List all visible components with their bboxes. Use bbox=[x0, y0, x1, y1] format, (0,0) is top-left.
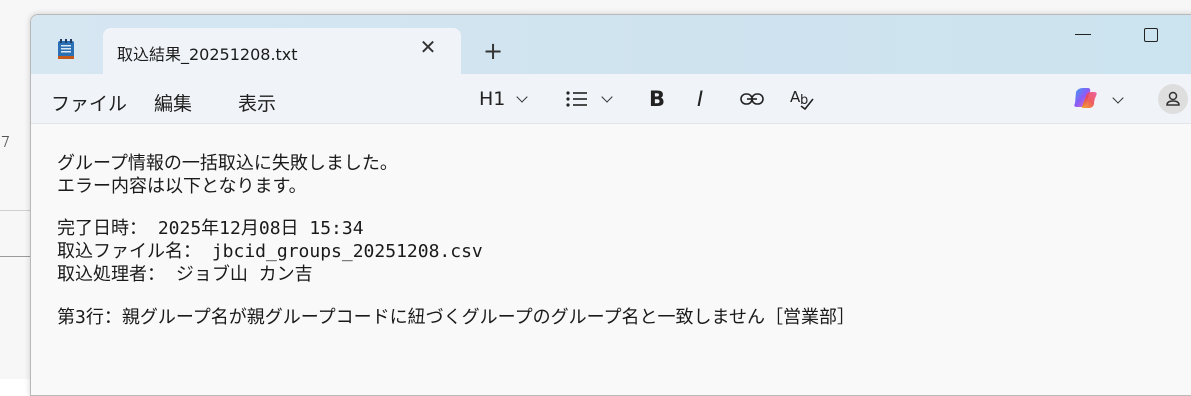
spellcheck-icon[interactable]: A b bbox=[789, 87, 815, 115]
notepad-window: 取込結果_20251208.txt ✕ + ファイル 編集 表示 H1 B I … bbox=[30, 14, 1191, 396]
heading-label: H1 bbox=[479, 88, 506, 110]
list-dropdown[interactable] bbox=[565, 86, 617, 112]
desktop-divider bbox=[0, 256, 30, 257]
chevron-down-icon bbox=[601, 91, 613, 103]
title-bar[interactable]: 取込結果_20251208.txt ✕ + bbox=[31, 15, 1191, 74]
close-icon[interactable]: ✕ bbox=[417, 36, 439, 58]
heading-dropdown[interactable]: H1 bbox=[479, 86, 535, 112]
link-icon[interactable] bbox=[740, 91, 764, 111]
desktop-arrow-mark bbox=[0, 136, 10, 147]
italic-button[interactable]: I bbox=[697, 87, 703, 113]
toolbar: ファイル 編集 表示 H1 B I A b bbox=[31, 74, 1191, 124]
minimize-icon[interactable] bbox=[1075, 34, 1091, 35]
menu-view[interactable]: 表示 bbox=[238, 89, 276, 116]
maximize-icon[interactable] bbox=[1144, 28, 1158, 42]
menu-file[interactable]: ファイル bbox=[51, 89, 127, 116]
text-line: エラー内容は以下となります。 bbox=[57, 176, 307, 197]
tab-active[interactable]: 取込結果_20251208.txt ✕ bbox=[103, 28, 461, 74]
copilot-icon[interactable] bbox=[1072, 86, 1098, 116]
notepad-icon bbox=[57, 38, 75, 60]
plus-icon[interactable]: + bbox=[481, 39, 505, 63]
tab-title: 取込結果_20251208.txt bbox=[117, 45, 298, 64]
text-editor[interactable]: グループ情報の一括取込に失敗しました。 エラー内容は以下となります。 完了日時：… bbox=[31, 124, 1191, 395]
chevron-down-icon[interactable] bbox=[1112, 92, 1124, 104]
chevron-down-icon bbox=[516, 91, 528, 103]
menu-edit[interactable]: 編集 bbox=[154, 89, 192, 116]
list-icon bbox=[565, 88, 589, 114]
account-icon[interactable] bbox=[1158, 84, 1188, 114]
text-line: 第3行：親グループ名が親グループコードに紐づくグループのグループ名と一致しません… bbox=[57, 307, 855, 328]
bold-button[interactable]: B bbox=[649, 87, 665, 113]
text-line: 取込処理者： ジョブ山 カン吉 bbox=[57, 264, 313, 285]
desktop-divider bbox=[0, 210, 30, 211]
